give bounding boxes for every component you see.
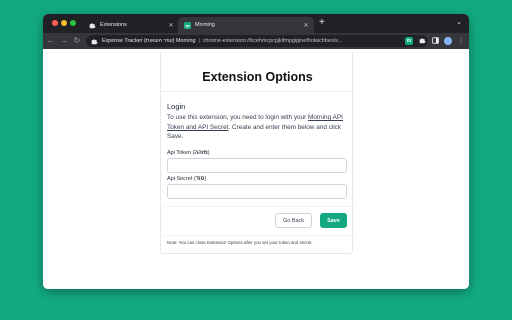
puzzle-icon: [91, 38, 98, 45]
go-back-button[interactable]: Go Back: [275, 213, 312, 228]
forward-arrow-icon[interactable]: →: [59, 34, 69, 48]
section-title: Login: [167, 102, 186, 111]
address-url: chrome-extension://bcehmcpcpjkifmpgigine…: [202, 38, 343, 44]
label-text: ): [204, 176, 207, 182]
more-icon[interactable]: ⋮: [457, 36, 465, 45]
page-title: Extension Options: [202, 70, 313, 84]
address-bar[interactable]: Expense Tracker (עוזר הוצאות) Morning | …: [86, 35, 428, 47]
minimize-window-button[interactable]: [61, 20, 67, 26]
avatar[interactable]: [444, 36, 452, 45]
address-divider: |: [198, 38, 200, 44]
sidepanel-icon[interactable]: [431, 36, 439, 45]
svg-text:m: m: [185, 24, 190, 29]
note-text: Note: You can close Extension Options af…: [167, 240, 313, 245]
divider: [161, 91, 354, 92]
options-card: Extension Options Login To use this exte…: [160, 52, 354, 254]
maximize-window-button[interactable]: [70, 20, 76, 26]
login-description: To use this extension, you need to login…: [167, 113, 350, 142]
api-secret-input[interactable]: [167, 184, 347, 199]
plus-icon[interactable]: +: [319, 17, 325, 29]
puzzle-icon: [89, 22, 96, 29]
tab-extensions[interactable]: Extensions ✕: [83, 17, 179, 33]
browser-toolbar: ← → ↻ Expense Tracker (עוזר הוצאות) Morn…: [43, 33, 469, 49]
tab-title: Morning: [195, 22, 215, 28]
browser-window: Extensions ✕ m Morning ✕ + ⌄ ← → ↻ Expen…: [43, 14, 469, 289]
api-token-input[interactable]: [167, 158, 347, 173]
close-tab-icon[interactable]: ✕: [301, 22, 311, 29]
tab-bar: Extensions ✕ m Morning ✕ + ⌄: [43, 14, 469, 33]
chevron-down-icon[interactable]: ⌄: [456, 18, 462, 26]
close-window-button[interactable]: [52, 20, 58, 26]
api-token-label: Api Token (מזהה): [167, 150, 210, 156]
close-tab-icon[interactable]: ✕: [166, 22, 176, 29]
label-text: ): [207, 150, 210, 156]
label-text: Api Secret (: [167, 176, 196, 182]
divider: [161, 235, 354, 236]
tab-morning[interactable]: m Morning ✕: [178, 17, 314, 33]
description-text: To use this extension, you need to login…: [167, 114, 309, 121]
label-text-hebrew: מזהה: [194, 150, 208, 156]
morning-logo-icon: m: [184, 21, 191, 29]
address-origin: Expense Tracker (עוזר הוצאות) Morning: [102, 38, 196, 44]
back-arrow-icon[interactable]: ←: [46, 34, 56, 48]
divider: [161, 206, 354, 207]
api-secret-label: Api Secret (סוד): [167, 176, 206, 182]
save-button[interactable]: Save: [320, 213, 347, 228]
label-text: Api Token (: [167, 150, 195, 156]
morning-extension-icon[interactable]: m: [405, 36, 413, 45]
page-content: Extension Options Login To use this exte…: [43, 49, 469, 289]
reload-icon[interactable]: ↻: [72, 34, 82, 48]
tab-title: Extensions: [100, 22, 127, 28]
puzzle-icon[interactable]: [418, 36, 426, 45]
